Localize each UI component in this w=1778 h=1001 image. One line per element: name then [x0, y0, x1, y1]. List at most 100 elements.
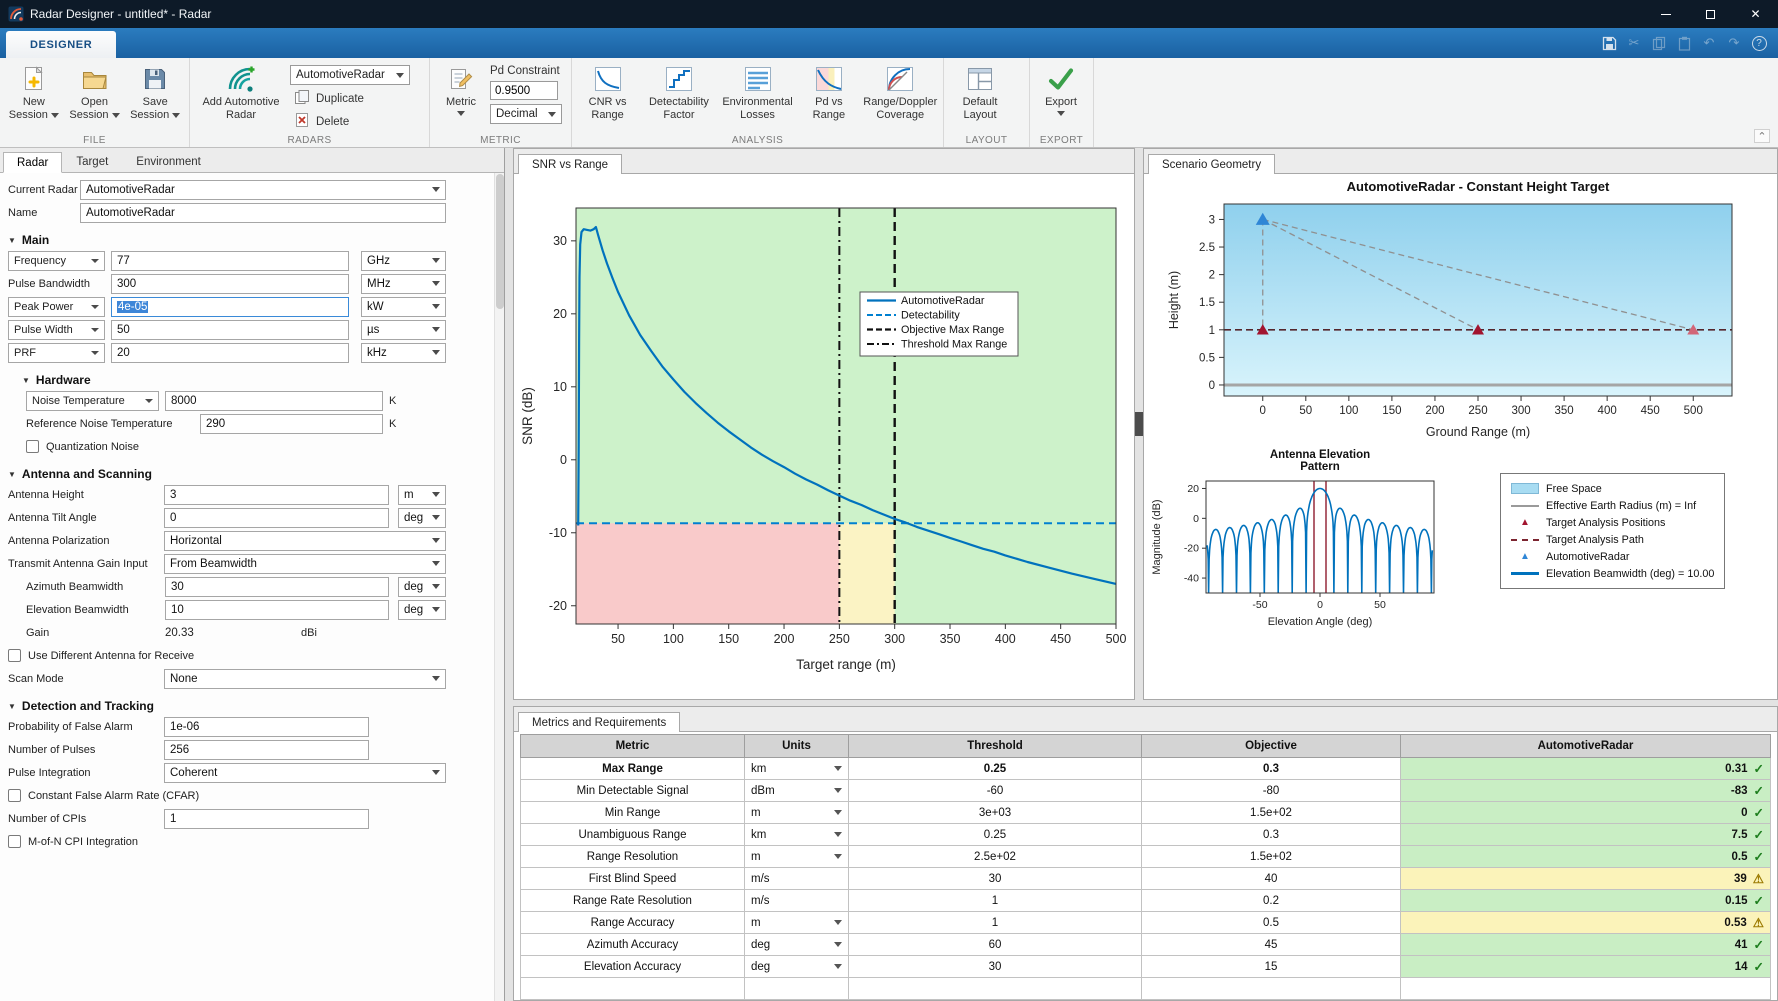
close-button[interactable]: ✕	[1733, 0, 1778, 28]
input-number-of-cpis[interactable]: 1	[164, 809, 369, 829]
label-peak-power[interactable]: Peak Power	[8, 297, 105, 317]
splitter-handle[interactable]	[1135, 412, 1143, 436]
table-row[interactable]: Range Resolutionm2.5e+021.5e+020.5✓	[521, 846, 1771, 868]
objective-value[interactable]: 0.3	[1142, 824, 1401, 846]
detectability-factor-button[interactable]: Detectability Factor	[641, 60, 717, 121]
unit-select-prf[interactable]: kHz	[361, 343, 446, 363]
unit-select-antenna-tilt-angle[interactable]: deg	[398, 508, 446, 528]
threshold-value[interactable]: 1	[849, 890, 1142, 912]
center-right-splitter[interactable]	[1135, 148, 1143, 700]
unit-select-antenna-height[interactable]: m	[398, 485, 446, 505]
label-frequency[interactable]: Frequency	[8, 251, 105, 271]
section-header-hardware[interactable]: ▼Hardware	[22, 373, 438, 387]
units-select[interactable]: m	[745, 846, 849, 868]
new-session-button[interactable]: New Session	[5, 60, 63, 121]
select-scan-mode[interactable]: None	[164, 669, 446, 689]
input-peak-power[interactable]: 4e-05	[111, 297, 349, 317]
select-current-radar[interactable]: AutomotiveRadar	[80, 180, 446, 200]
checkbox-constant-false-alarm-rate-cfar[interactable]	[8, 789, 21, 802]
threshold-value[interactable]: 1	[849, 912, 1142, 934]
help-icon[interactable]: ?	[1750, 33, 1768, 53]
input-noise-temperature[interactable]: 8000	[165, 391, 383, 411]
table-row[interactable]: Range Rate Resolutionm/s10.20.15✓	[521, 890, 1771, 912]
pd-vs-range-button[interactable]: Pd vs Range	[798, 60, 859, 121]
unit-select-pulse-width[interactable]: µs	[361, 320, 446, 340]
tab-environment[interactable]: Environment	[122, 151, 215, 172]
save-session-button[interactable]: Save Session	[126, 60, 184, 121]
label-noise-temperature[interactable]: Noise Temperature	[26, 391, 159, 411]
threshold-value[interactable]: 3e+03	[849, 802, 1142, 824]
undo-icon[interactable]: ↶	[1700, 33, 1718, 53]
checkbox-use-different-antenna-for-receive[interactable]	[8, 649, 21, 662]
open-session-button[interactable]: Open Session	[66, 60, 124, 121]
label-pulse-width[interactable]: Pulse Width	[8, 320, 105, 340]
table-row[interactable]: Elevation Accuracydeg301514✓	[521, 956, 1771, 978]
tab-target[interactable]: Target	[62, 151, 122, 172]
checkbox-m-of-n-cpi-integration[interactable]	[8, 835, 21, 848]
minimize-button[interactable]	[1643, 0, 1688, 28]
unit-select-azimuth-beamwidth[interactable]: deg	[398, 577, 446, 597]
table-row[interactable]: Min Detectable SignaldBm-60-80-83✓	[521, 780, 1771, 802]
select-transmit-antenna-gain-input[interactable]: From Beamwidth	[164, 554, 446, 574]
objective-value[interactable]: 45	[1142, 934, 1401, 956]
radar-select[interactable]: AutomotiveRadar	[290, 65, 410, 85]
save-icon[interactable]	[1600, 33, 1618, 53]
section-header-main[interactable]: ▼Main	[8, 233, 438, 247]
input-antenna-height[interactable]: 3	[164, 485, 389, 505]
pd-constraint-input[interactable]: 0.9500	[490, 81, 558, 100]
cut-icon[interactable]: ✂	[1625, 33, 1643, 53]
maximize-button[interactable]	[1688, 0, 1733, 28]
unit-select-elevation-beamwidth[interactable]: deg	[398, 600, 446, 620]
select-pulse-integration[interactable]: Coherent	[164, 763, 446, 783]
range-doppler-coverage-button[interactable]: Range/Doppler Coverage	[862, 60, 938, 121]
units-select[interactable]: km	[745, 758, 849, 780]
export-button[interactable]: Export	[1035, 60, 1087, 116]
objective-value[interactable]: 1.5e+02	[1142, 846, 1401, 868]
tab-designer[interactable]: DESIGNER	[6, 31, 116, 58]
threshold-value[interactable]: -60	[849, 780, 1142, 802]
tab-metrics-and-requirements[interactable]: Metrics and Requirements	[518, 712, 680, 732]
input-pulse-bandwidth[interactable]: 300	[111, 274, 349, 294]
units-select[interactable]: km	[745, 824, 849, 846]
objective-value[interactable]: 0.2	[1142, 890, 1401, 912]
units-select[interactable]: deg	[745, 934, 849, 956]
format-select[interactable]: Decimal	[490, 104, 562, 124]
threshold-value[interactable]: 30	[849, 868, 1142, 890]
input-pulse-width[interactable]: 50	[111, 320, 349, 340]
units-select[interactable]: m	[745, 802, 849, 824]
objective-value[interactable]: 0.3	[1142, 758, 1401, 780]
section-header-antenna-and-scanning[interactable]: ▼Antenna and Scanning	[8, 467, 438, 481]
delete-button[interactable]: Delete	[290, 112, 410, 131]
input-elevation-beamwidth[interactable]: 10	[165, 600, 389, 620]
input-antenna-tilt-angle[interactable]: 0	[164, 508, 389, 528]
threshold-value[interactable]: 30	[849, 956, 1142, 978]
input-azimuth-beamwidth[interactable]: 30	[165, 577, 389, 597]
tab-radar[interactable]: Radar	[3, 152, 62, 173]
table-row[interactable]: Max Rangekm0.250.30.31✓	[521, 758, 1771, 780]
table-row[interactable]: First Blind Speedm/s304039⚠	[521, 868, 1771, 890]
scrollbar-thumb[interactable]	[496, 174, 504, 309]
threshold-value[interactable]: 2.5e+02	[849, 846, 1142, 868]
left-splitter[interactable]	[505, 148, 513, 1001]
label-prf[interactable]: PRF	[8, 343, 105, 363]
ribbon-collapse-icon[interactable]: ⌃	[1754, 129, 1770, 143]
tab-snr-vs-range[interactable]: SNR vs Range	[518, 154, 622, 174]
units-select[interactable]: m	[745, 912, 849, 934]
units-select[interactable]: deg	[745, 956, 849, 978]
tab-scenario-geometry[interactable]: Scenario Geometry	[1148, 154, 1275, 174]
paste-icon[interactable]	[1675, 33, 1693, 53]
checkbox-quantization-noise[interactable]	[26, 440, 39, 453]
redo-icon[interactable]: ↷	[1725, 33, 1743, 53]
select-antenna-polarization[interactable]: Horizontal	[164, 531, 446, 551]
objective-value[interactable]: 1.5e+02	[1142, 802, 1401, 824]
threshold-value[interactable]: 0.25	[849, 824, 1142, 846]
objective-value[interactable]: 15	[1142, 956, 1401, 978]
input-number-of-pulses[interactable]: 256	[164, 740, 369, 760]
table-row[interactable]: Azimuth Accuracydeg604541✓	[521, 934, 1771, 956]
units-select[interactable]: dBm	[745, 780, 849, 802]
table-row[interactable]: Min Rangem3e+031.5e+020✓	[521, 802, 1771, 824]
copy-icon[interactable]	[1650, 33, 1668, 53]
objective-value[interactable]: 0.5	[1142, 912, 1401, 934]
input-name[interactable]: AutomotiveRadar	[80, 203, 446, 223]
threshold-value[interactable]: 60	[849, 934, 1142, 956]
